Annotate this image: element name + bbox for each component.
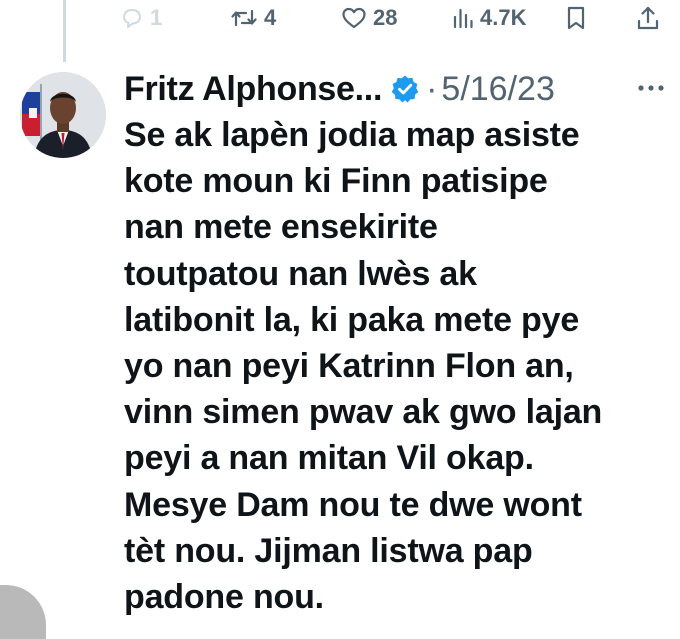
author-name[interactable]: Fritz Alphonse... [124, 70, 382, 109]
post-header: Fritz Alphonse... · 5/16/23 [124, 68, 555, 110]
post-date[interactable]: 5/16/23 [441, 70, 554, 109]
share-upload-icon [636, 5, 660, 31]
reply-count: 1 [150, 5, 163, 30]
tweet-action-bar: 1 4 28 4.7K [0, 0, 680, 40]
share-button[interactable] [636, 4, 660, 32]
view-count: 4.7K [480, 5, 527, 30]
tweet-text-line: vinn simen pwav ak gwo lajan [124, 393, 603, 432]
comment-bubble-icon [120, 6, 144, 30]
heart-icon [341, 6, 367, 30]
retweet-button[interactable]: 4 [230, 4, 276, 32]
tweet-text-line: tèt nou. Jijman listwa pap [124, 531, 533, 570]
like-button[interactable]: 28 [341, 4, 397, 32]
tweet-text-line: padone nou. [124, 578, 324, 617]
views-button[interactable]: 4.7K [452, 4, 526, 32]
bookmark-button[interactable] [566, 4, 586, 32]
screen-corner-shadow [0, 585, 46, 639]
verified-badge-icon [390, 74, 420, 104]
tweet-text-line: yo nan peyi Katrinn Flon an, [124, 347, 574, 386]
tweet-text-line: nan mete ensekirite [124, 208, 438, 247]
tweet-text-line: Mesye Dam nou te dwe wont [124, 485, 582, 524]
bar-chart-icon [452, 6, 474, 30]
author-avatar[interactable] [20, 72, 106, 158]
like-count: 28 [373, 5, 398, 30]
more-options-icon[interactable] [636, 80, 666, 96]
tweet-text-line: toutpatou nan lwès ak [124, 254, 477, 293]
tweet-text-line: kote moun ki Finn patisipe [124, 162, 548, 201]
bookmark-icon [566, 5, 586, 31]
reply-button[interactable]: 1 [120, 4, 162, 32]
tweet-text-line: peyi a nan mitan Vil okap. [124, 439, 534, 478]
separator-dot: · [426, 69, 438, 108]
retweet-count: 4 [264, 5, 277, 30]
tweet-text: Se ak lapèn jodia map asiste kote moun k… [124, 112, 664, 620]
tweet-text-line: latibonit la, ki paka mete pye [124, 300, 580, 339]
tweet-text-line: Se ak lapèn jodia map asiste [124, 116, 580, 154]
retweet-icon [230, 6, 258, 30]
